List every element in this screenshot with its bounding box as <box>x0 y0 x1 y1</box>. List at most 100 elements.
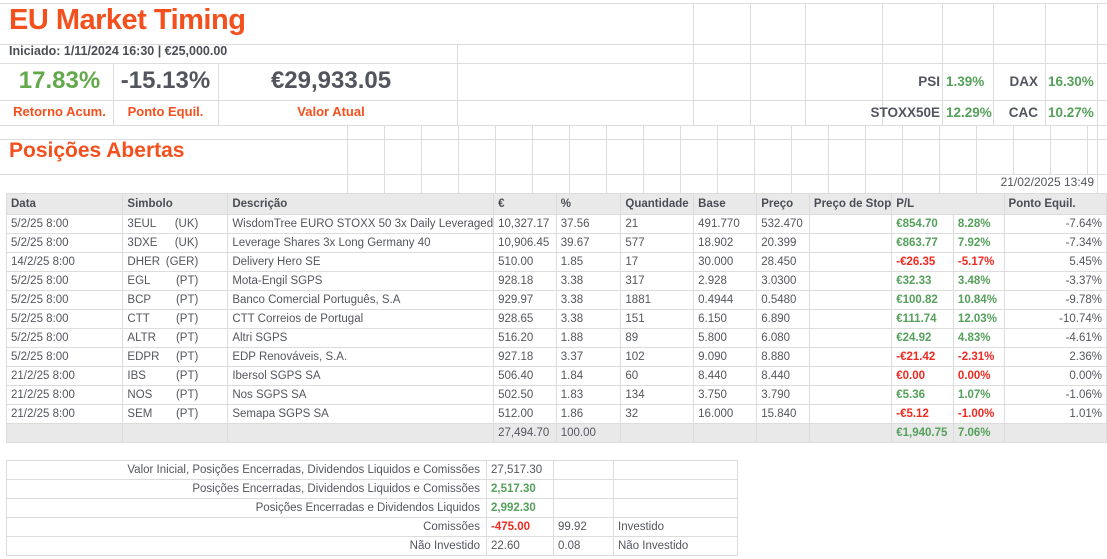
description-cell[interactable]: Altri SGPS <box>227 328 495 348</box>
pl-pct-cell[interactable]: -5.17% <box>952 252 1005 272</box>
description-cell[interactable]: CTT Correios de Portugal <box>227 309 495 329</box>
col-header-descricao[interactable]: Descrição <box>227 193 495 215</box>
pl-eur-cell[interactable]: €5.36 <box>891 385 954 405</box>
summary-label-cell[interactable]: Posições Encerradas, Dividendos Liquidos… <box>6 479 487 499</box>
stop-price-cell[interactable] <box>808 347 893 367</box>
col-header-base[interactable]: Base <box>693 193 758 215</box>
col-header-eur[interactable]: € <box>493 193 557 215</box>
description-cell[interactable]: Mota-Engil SGPS <box>227 271 495 291</box>
pl-eur-cell[interactable]: €863.77 <box>891 233 954 253</box>
summary-value-cell[interactable]: 2,517.30 <box>486 479 554 499</box>
summary-percent-cell[interactable] <box>553 460 614 480</box>
summary-label-cell[interactable]: Comissões <box>6 517 487 537</box>
totals-pl-pct-cell[interactable]: 7.06% <box>952 423 1005 443</box>
date-cell[interactable]: 5/2/25 8:00 <box>5 328 124 348</box>
pl-pct-cell[interactable]: 7.92% <box>952 233 1005 253</box>
totals-empty-ponto[interactable] <box>1003 423 1107 443</box>
date-cell[interactable]: 5/2/25 8:00 <box>5 290 124 310</box>
summary-value-cell[interactable]: 27,517.30 <box>486 460 554 480</box>
price-cell[interactable]: 0.5480 <box>756 290 810 310</box>
col-header-pl[interactable]: P/L <box>891 193 1005 215</box>
date-cell[interactable]: 5/2/25 8:00 <box>5 233 124 253</box>
price-cell[interactable]: 3.790 <box>756 385 810 405</box>
base-price-cell[interactable]: 3.750 <box>693 385 758 405</box>
break-even-cell[interactable]: 5.45% <box>1003 252 1107 272</box>
summary-percent-cell[interactable]: 99.92 <box>553 517 614 537</box>
pl-eur-cell[interactable]: €100.82 <box>891 290 954 310</box>
totals-empty-stop[interactable] <box>808 423 893 443</box>
break-even-cell[interactable]: -10.74% <box>1003 309 1107 329</box>
price-cell[interactable]: 6.080 <box>756 328 810 348</box>
quantity-cell[interactable]: 102 <box>620 347 695 367</box>
pl-eur-cell[interactable]: €32.33 <box>891 271 954 291</box>
pl-pct-cell[interactable]: 4.83% <box>952 328 1005 348</box>
summary-value-cell[interactable]: 22.60 <box>486 536 554 556</box>
quantity-cell[interactable]: 32 <box>620 404 695 424</box>
base-price-cell[interactable]: 30.000 <box>693 252 758 272</box>
price-cell[interactable]: 3.0300 <box>756 271 810 291</box>
summary-label-cell[interactable]: Valor Inicial, Posições Encerradas, Divi… <box>6 460 487 480</box>
pl-eur-cell[interactable]: -€21.42 <box>891 347 954 367</box>
value-eur-cell[interactable]: 928.65 <box>493 309 557 329</box>
price-cell[interactable]: 15.840 <box>756 404 810 424</box>
description-cell[interactable]: Delivery Hero SE <box>227 252 495 272</box>
totals-pct-cell[interactable]: 100.00 <box>555 423 622 443</box>
break-even-cell[interactable]: -4.61% <box>1003 328 1107 348</box>
summary-note-cell[interactable] <box>613 460 738 480</box>
value-eur-cell[interactable]: 506.40 <box>493 366 557 386</box>
stop-price-cell[interactable] <box>808 214 893 234</box>
totals-pl-eur-cell[interactable]: €1,940.75 <box>891 423 954 443</box>
summary-note-cell[interactable] <box>613 479 738 499</box>
pl-eur-cell[interactable]: €854.70 <box>891 214 954 234</box>
value-eur-cell[interactable]: 512.00 <box>493 404 557 424</box>
col-header-preco[interactable]: Preço <box>756 193 810 215</box>
price-cell[interactable]: 8.440 <box>756 366 810 386</box>
quantity-cell[interactable]: 89 <box>620 328 695 348</box>
symbol-cell[interactable]: CTT (PT) <box>122 309 229 329</box>
description-cell[interactable]: EDP Renováveis, S.A. <box>227 347 495 367</box>
symbol-cell[interactable]: SEM (PT) <box>122 404 229 424</box>
weight-pct-cell[interactable]: 3.38 <box>555 271 622 291</box>
summary-note-cell[interactable]: Não Investido <box>613 536 738 556</box>
stop-price-cell[interactable] <box>808 233 893 253</box>
col-header-pct[interactable]: % <box>555 193 622 215</box>
description-cell[interactable]: Ibersol SGPS SA <box>227 366 495 386</box>
pl-eur-cell[interactable]: €111.74 <box>891 309 954 329</box>
pl-eur-cell[interactable]: €24.92 <box>891 328 954 348</box>
weight-pct-cell[interactable]: 1.83 <box>555 385 622 405</box>
stop-price-cell[interactable] <box>808 271 893 291</box>
weight-pct-cell[interactable]: 3.37 <box>555 347 622 367</box>
symbol-cell[interactable]: ALTR (PT) <box>122 328 229 348</box>
price-cell[interactable]: 28.450 <box>756 252 810 272</box>
summary-percent-cell[interactable] <box>553 479 614 499</box>
price-cell[interactable]: 532.470 <box>756 214 810 234</box>
break-even-cell[interactable]: -9.78% <box>1003 290 1107 310</box>
base-price-cell[interactable]: 6.150 <box>693 309 758 329</box>
value-eur-cell[interactable]: 927.18 <box>493 347 557 367</box>
symbol-cell[interactable]: NOS (PT) <box>122 385 229 405</box>
base-price-cell[interactable]: 8.440 <box>693 366 758 386</box>
totals-eur-cell[interactable]: 27,494.70 <box>493 423 557 443</box>
totals-empty-date[interactable] <box>5 423 124 443</box>
pl-eur-cell[interactable]: €0.00 <box>891 366 954 386</box>
date-cell[interactable]: 21/2/25 8:00 <box>5 385 124 405</box>
pl-pct-cell[interactable]: -2.31% <box>952 347 1005 367</box>
quantity-cell[interactable]: 577 <box>620 233 695 253</box>
value-eur-cell[interactable]: 928.18 <box>493 271 557 291</box>
date-cell[interactable]: 5/2/25 8:00 <box>5 347 124 367</box>
quantity-cell[interactable]: 317 <box>620 271 695 291</box>
stop-price-cell[interactable] <box>808 252 893 272</box>
weight-pct-cell[interactable]: 1.88 <box>555 328 622 348</box>
symbol-cell[interactable]: EDPR (PT) <box>122 347 229 367</box>
totals-empty-price[interactable] <box>756 423 810 443</box>
totals-empty-symbol[interactable] <box>122 423 229 443</box>
base-price-cell[interactable]: 491.770 <box>693 214 758 234</box>
description-cell[interactable]: Nos SGPS SA <box>227 385 495 405</box>
value-eur-cell[interactable]: 502.50 <box>493 385 557 405</box>
stop-price-cell[interactable] <box>808 366 893 386</box>
break-even-cell[interactable]: 2.36% <box>1003 347 1107 367</box>
base-price-cell[interactable]: 16.000 <box>693 404 758 424</box>
col-header-quantidade[interactable]: Quantidade <box>620 193 695 215</box>
symbol-cell[interactable]: IBS (PT) <box>122 366 229 386</box>
description-cell[interactable]: Banco Comercial Português, S.A <box>227 290 495 310</box>
